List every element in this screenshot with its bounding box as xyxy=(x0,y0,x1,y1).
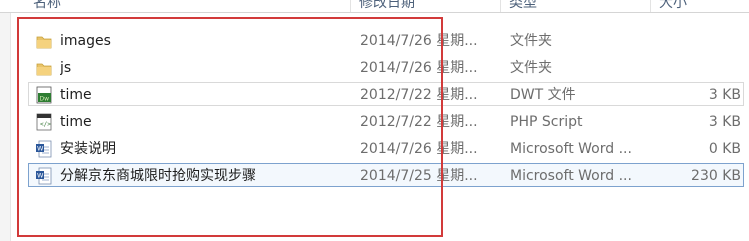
column-divider[interactable] xyxy=(500,0,501,12)
folder-icon xyxy=(34,58,54,78)
file-type: Microsoft Word ... xyxy=(510,141,632,157)
file-name: images xyxy=(60,33,111,49)
file-size: 3 KB xyxy=(708,87,741,103)
file-type: PHP Script xyxy=(510,114,583,130)
file-row[interactable]: W 分解京东商城限时抢购实现步骤 2014/7/25 星期... Microso… xyxy=(28,163,744,187)
file-date: 2014/7/26 星期... xyxy=(360,60,478,76)
svg-text:W: W xyxy=(37,172,44,180)
file-size: 3 KB xyxy=(708,114,741,130)
file-type: 文件夹 xyxy=(510,60,552,76)
file-date: 2012/7/22 星期... xyxy=(360,114,478,130)
file-size xyxy=(649,32,741,50)
file-name: js xyxy=(60,60,72,76)
file-row[interactable]: Dw time 2012/7/22 星期... DWT 文件 3 KB xyxy=(28,82,744,106)
column-header-bar: 名称 修改日期 类型 大小 xyxy=(0,0,749,13)
column-divider[interactable] xyxy=(650,0,651,12)
file-list: images 2014/7/26 星期... 文件夹 js 2014/7/26 … xyxy=(0,13,749,241)
file-date: 2014/7/25 星期... xyxy=(360,168,478,184)
file-type: Microsoft Word ... xyxy=(510,168,632,184)
file-name: 分解京东商城限时抢购实现步骤 xyxy=(60,168,256,184)
file-name: 安装说明 xyxy=(60,141,116,157)
file-size xyxy=(649,59,741,77)
svg-text:W: W xyxy=(37,145,44,153)
column-header-size[interactable]: 大小 xyxy=(659,0,687,12)
word-document-icon: W xyxy=(34,139,54,159)
file-row[interactable]: </> time 2012/7/22 星期... PHP Script 3 KB xyxy=(28,109,744,133)
file-size: 230 KB xyxy=(691,168,741,184)
file-date: 2014/7/26 星期... xyxy=(360,141,478,157)
folder-icon xyxy=(34,31,54,51)
file-type: DWT 文件 xyxy=(510,87,576,103)
svg-text:</>: </> xyxy=(40,121,51,128)
php-file-icon: </> xyxy=(34,112,54,132)
svg-text:Dw: Dw xyxy=(40,96,50,103)
file-date: 2012/7/22 星期... xyxy=(360,87,478,103)
column-header-name[interactable]: 名称 xyxy=(33,0,61,12)
word-document-icon: W xyxy=(34,166,54,186)
file-name: time xyxy=(60,114,92,130)
file-row[interactable]: images 2014/7/26 星期... 文件夹 xyxy=(28,28,744,52)
column-header-type[interactable]: 类型 xyxy=(509,0,537,12)
file-row[interactable]: W 安装说明 2014/7/26 星期... Microsoft Word ..… xyxy=(28,136,744,160)
column-header-date[interactable]: 修改日期 xyxy=(359,0,415,12)
file-size: 0 KB xyxy=(708,141,741,157)
file-row[interactable]: js 2014/7/26 星期... 文件夹 xyxy=(28,55,744,79)
column-divider[interactable] xyxy=(350,0,351,12)
file-type: 文件夹 xyxy=(510,33,552,49)
file-date: 2014/7/26 星期... xyxy=(360,33,478,49)
file-name: time xyxy=(60,87,92,103)
dreamweaver-template-icon: Dw xyxy=(34,85,54,105)
